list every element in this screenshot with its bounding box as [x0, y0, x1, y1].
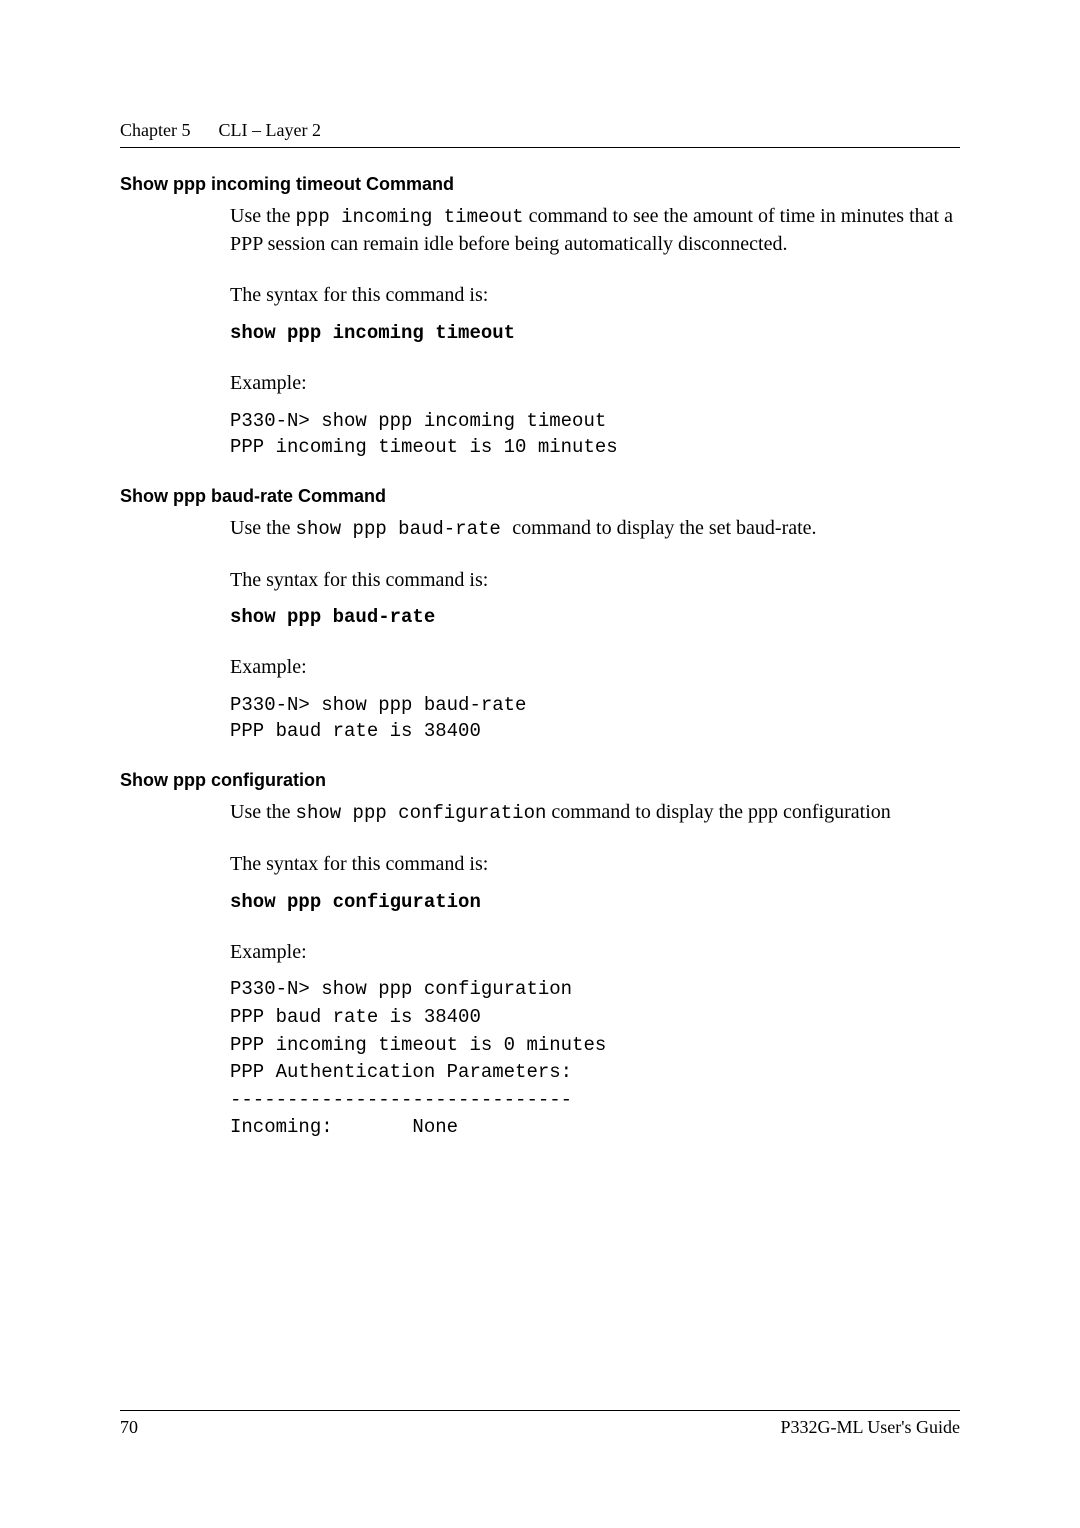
page: Chapter 5 CLI – Layer 2 Show ppp incoming… [0, 0, 1080, 1528]
intro-cmd: ppp incoming timeout [296, 206, 524, 228]
section-heading-timeout: Show ppp incoming timeout Command [120, 174, 960, 195]
intro-paragraph: Use the show ppp configuration command t… [230, 799, 960, 827]
intro-paragraph: Use the ppp incoming timeout command to … [230, 203, 960, 258]
intro-cmd: show ppp baud-rate [296, 518, 513, 540]
example-line-1: P330-N> show ppp incoming timeout [230, 408, 960, 434]
intro-pre: Use the [230, 205, 296, 227]
example-label: Example: [230, 939, 960, 967]
intro-pre: Use the [230, 517, 296, 539]
example-line-2: PPP baud rate is 38400 [230, 718, 960, 744]
header-rule [120, 147, 960, 148]
page-number: 70 [120, 1417, 138, 1438]
syntax-command: show ppp baud-rate [230, 604, 960, 630]
syntax-command: show ppp configuration [230, 889, 960, 915]
footer-rule [120, 1410, 960, 1411]
page-footer: 70 P332G-ML User's Guide [120, 1402, 960, 1438]
chapter-label: Chapter 5 [120, 120, 190, 140]
syntax-label: The syntax for this command is: [230, 282, 960, 310]
section-body-config: Use the show ppp configuration command t… [230, 799, 960, 1141]
intro-cmd: show ppp configuration [296, 802, 547, 824]
example-line-1: P330-N> show ppp baud-rate [230, 692, 960, 718]
syntax-command: show ppp incoming timeout [230, 320, 960, 346]
section-body-baud: Use the show ppp baud-rate command to di… [230, 515, 960, 744]
section-heading-config: Show ppp configuration [120, 770, 960, 791]
example-block: P330-N> show ppp configuration PPP baud … [230, 976, 960, 1141]
intro-post: command to display the set baud-rate. [512, 517, 816, 539]
syntax-label: The syntax for this command is: [230, 851, 960, 879]
intro-pre: Use the [230, 801, 296, 823]
running-head: Chapter 5 CLI – Layer 2 [120, 120, 960, 141]
example-line-2: PPP incoming timeout is 10 minutes [230, 434, 960, 460]
intro-paragraph: Use the show ppp baud-rate command to di… [230, 515, 960, 543]
section-heading-baud: Show ppp baud-rate Command [120, 486, 960, 507]
doc-title: P332G-ML User's Guide [780, 1417, 960, 1438]
example-label: Example: [230, 370, 960, 398]
section-body-timeout: Use the ppp incoming timeout command to … [230, 203, 960, 460]
intro-post: command to display the ppp configuration [546, 801, 890, 823]
chapter-title: CLI – Layer 2 [218, 120, 320, 140]
syntax-label: The syntax for this command is: [230, 567, 960, 595]
example-label: Example: [230, 654, 960, 682]
